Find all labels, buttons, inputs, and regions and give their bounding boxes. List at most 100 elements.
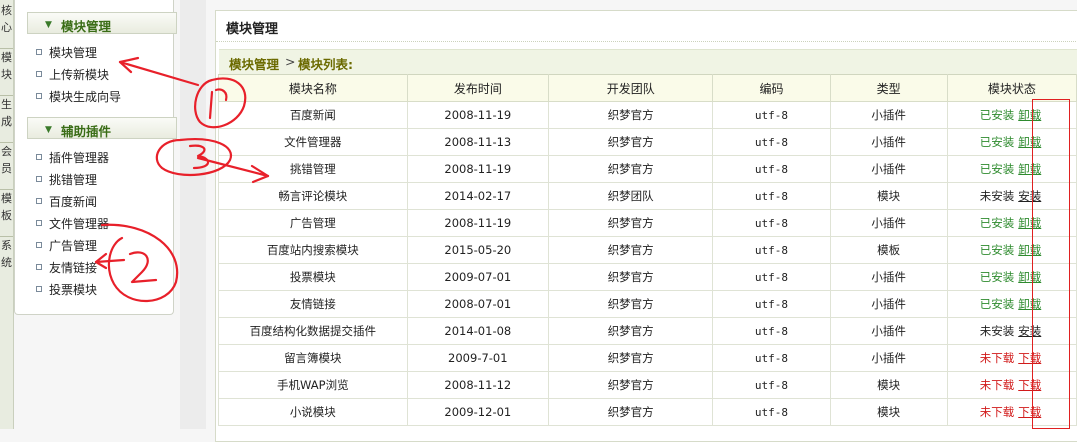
breadcrumb-separator: >: [285, 54, 296, 69]
status-text: 未安装: [979, 189, 1015, 203]
status-text: 未下载: [979, 405, 1015, 419]
left-tab-module[interactable]: 模块: [0, 48, 13, 83]
left-tab-template[interactable]: 模板: [0, 189, 13, 224]
cell-module-name: 广告管理: [218, 209, 408, 237]
cell-module-name: 留言簿模块: [218, 344, 408, 372]
sidebar-item-label: 挑错管理: [49, 173, 98, 187]
table-row: 投票模块 2009-07-01 织梦官方 utf-8 小插件 已安装 卸载: [218, 263, 1077, 291]
left-tab-core[interactable]: 核心: [0, 2, 13, 36]
cell-type: 模块: [829, 371, 948, 399]
status-action-link[interactable]: 卸载: [1018, 216, 1041, 230]
cell-dev-team: 织梦官方: [547, 344, 714, 372]
status-action-link[interactable]: 下载: [1018, 405, 1041, 419]
cell-dev-team: 织梦官方: [547, 101, 714, 129]
sidebar-item-label: 友情链接: [49, 261, 98, 275]
cell-module-name: 挑错管理: [218, 155, 408, 183]
status-action-link[interactable]: 卸载: [1018, 108, 1041, 122]
status-action-link[interactable]: 下载: [1018, 351, 1041, 365]
cell-type: 小插件: [829, 290, 948, 318]
sidebar-item-plugin-manager[interactable]: 插件管理器: [36, 149, 109, 167]
status-action-link[interactable]: 安装: [1018, 324, 1041, 338]
sidebar-item-label: 模块管理: [49, 46, 98, 60]
cell-status: 已安装 卸载: [946, 128, 1077, 156]
cell-type: 小插件: [829, 101, 948, 129]
cell-type: 小插件: [829, 128, 948, 156]
status-action-link[interactable]: 下载: [1018, 378, 1041, 392]
left-tab-member[interactable]: 会员: [0, 142, 13, 177]
sidebar-item-file-manager[interactable]: 文件管理器: [36, 215, 109, 233]
cell-release-date: 2008-11-12: [406, 371, 550, 399]
bullet-square-icon: [36, 71, 42, 77]
cell-release-date: 2014-01-08: [406, 317, 550, 345]
cell-dev-team: 织梦官方: [547, 128, 714, 156]
status-action-link[interactable]: 卸载: [1018, 243, 1041, 257]
sidebar-item-label: 百度新闻: [49, 195, 98, 209]
cell-encoding: utf-8: [712, 182, 831, 210]
cell-encoding: utf-8: [712, 317, 831, 345]
cell-module-name: 百度结构化数据提交插件: [218, 317, 408, 345]
sidebar-item-module-manage[interactable]: 模块管理: [36, 44, 97, 62]
table-row: 百度新闻 2008-11-19 织梦官方 utf-8 小插件 已安装 卸载: [218, 101, 1077, 129]
cell-encoding: utf-8: [712, 236, 831, 264]
breadcrumb-link-module[interactable]: 模块管理: [229, 54, 279, 73]
sidebar-item-label: 插件管理器: [49, 151, 110, 165]
table-row: 友情链接 2008-07-01 织梦官方 utf-8 小插件 已安装 卸载: [218, 290, 1077, 318]
sidebar-item-label: 投票模块: [49, 283, 98, 297]
bullet-square-icon: [36, 176, 42, 182]
table-row: 手机WAP浏览 2008-11-12 织梦官方 utf-8 模块 未下载 下载: [218, 371, 1077, 399]
cell-dev-team: 织梦官方: [547, 317, 714, 345]
cell-dev-team: 织梦官方: [547, 236, 714, 264]
table-row: 文件管理器 2008-11-13 织梦官方 utf-8 小插件 已安装 卸载: [218, 128, 1077, 156]
sidebar-item-label: 模块生成向导: [49, 90, 122, 104]
table-row: 小说模块 2009-12-01 织梦官方 utf-8 模块 未下载 下载: [218, 398, 1077, 426]
sidebar-item-vote[interactable]: 投票模块: [36, 281, 97, 299]
bullet-square-icon: [36, 242, 42, 248]
cell-status: 未下载 下载: [946, 398, 1077, 426]
cell-type: 小插件: [829, 155, 948, 183]
bullet-square-icon: [36, 154, 42, 160]
cell-encoding: utf-8: [712, 209, 831, 237]
menu-group-plugins[interactable]: ▼ 辅助插件: [27, 117, 177, 139]
sidebar-item-baidu-news[interactable]: 百度新闻: [36, 193, 97, 211]
cell-type: 小插件: [829, 344, 948, 372]
status-action-link[interactable]: 卸载: [1018, 135, 1041, 149]
bullet-square-icon: [36, 93, 42, 99]
cell-release-date: 2015-05-20: [406, 236, 550, 264]
sidebar-item-module-wizard[interactable]: 模块生成向导: [36, 88, 121, 106]
menu-group-module[interactable]: ▼ 模块管理: [27, 12, 177, 34]
cell-release-date: 2009-7-01: [406, 344, 550, 372]
menu-group-title: 模块管理: [61, 19, 112, 34]
breadcrumb-current: 模块列表:: [298, 57, 353, 72]
status-text: 已安装: [979, 216, 1015, 230]
table-row: 广告管理 2008-11-19 织梦官方 utf-8 小插件 已安装 卸载: [218, 209, 1077, 237]
cell-module-name: 百度新闻: [218, 101, 408, 129]
cell-status: 已安装 卸载: [946, 209, 1077, 237]
status-action-link[interactable]: 卸载: [1018, 297, 1041, 311]
cell-release-date: 2009-07-01: [406, 263, 550, 291]
status-action-link[interactable]: 卸载: [1018, 162, 1041, 176]
status-action-link[interactable]: 卸载: [1018, 270, 1041, 284]
sidebar-item-error-report[interactable]: 挑错管理: [36, 171, 97, 189]
cell-release-date: 2009-12-01: [406, 398, 550, 426]
cell-status: 未安装 安装: [946, 182, 1077, 210]
cell-module-name: 友情链接: [218, 290, 408, 318]
cell-status: 已安装 卸载: [946, 155, 1077, 183]
bullet-square-icon: [36, 198, 42, 204]
sidebar-item-upload-module[interactable]: 上传新模块: [36, 66, 109, 84]
cell-release-date: 2008-11-19: [406, 155, 550, 183]
bullet-square-icon: [36, 220, 42, 226]
cell-encoding: utf-8: [712, 290, 831, 318]
left-tab-generate[interactable]: 生成: [0, 95, 13, 130]
status-text: 未下载: [979, 378, 1015, 392]
table-row: 挑错管理 2008-11-19 织梦官方 utf-8 小插件 已安装 卸载: [218, 155, 1077, 183]
cell-type: 模块: [829, 398, 948, 426]
sidebar-item-ad-manage[interactable]: 广告管理: [36, 237, 97, 255]
left-tab-system[interactable]: 系统: [0, 236, 13, 271]
status-text: 已安装: [979, 108, 1015, 122]
sidebar-item-friend-links[interactable]: 友情链接: [36, 259, 97, 277]
cell-dev-team: 织梦官方: [547, 209, 714, 237]
cell-status: 已安装 卸载: [946, 101, 1077, 129]
status-action-link[interactable]: 安装: [1018, 189, 1041, 203]
cell-encoding: utf-8: [712, 128, 831, 156]
cell-status: 已安装 卸载: [946, 236, 1077, 264]
